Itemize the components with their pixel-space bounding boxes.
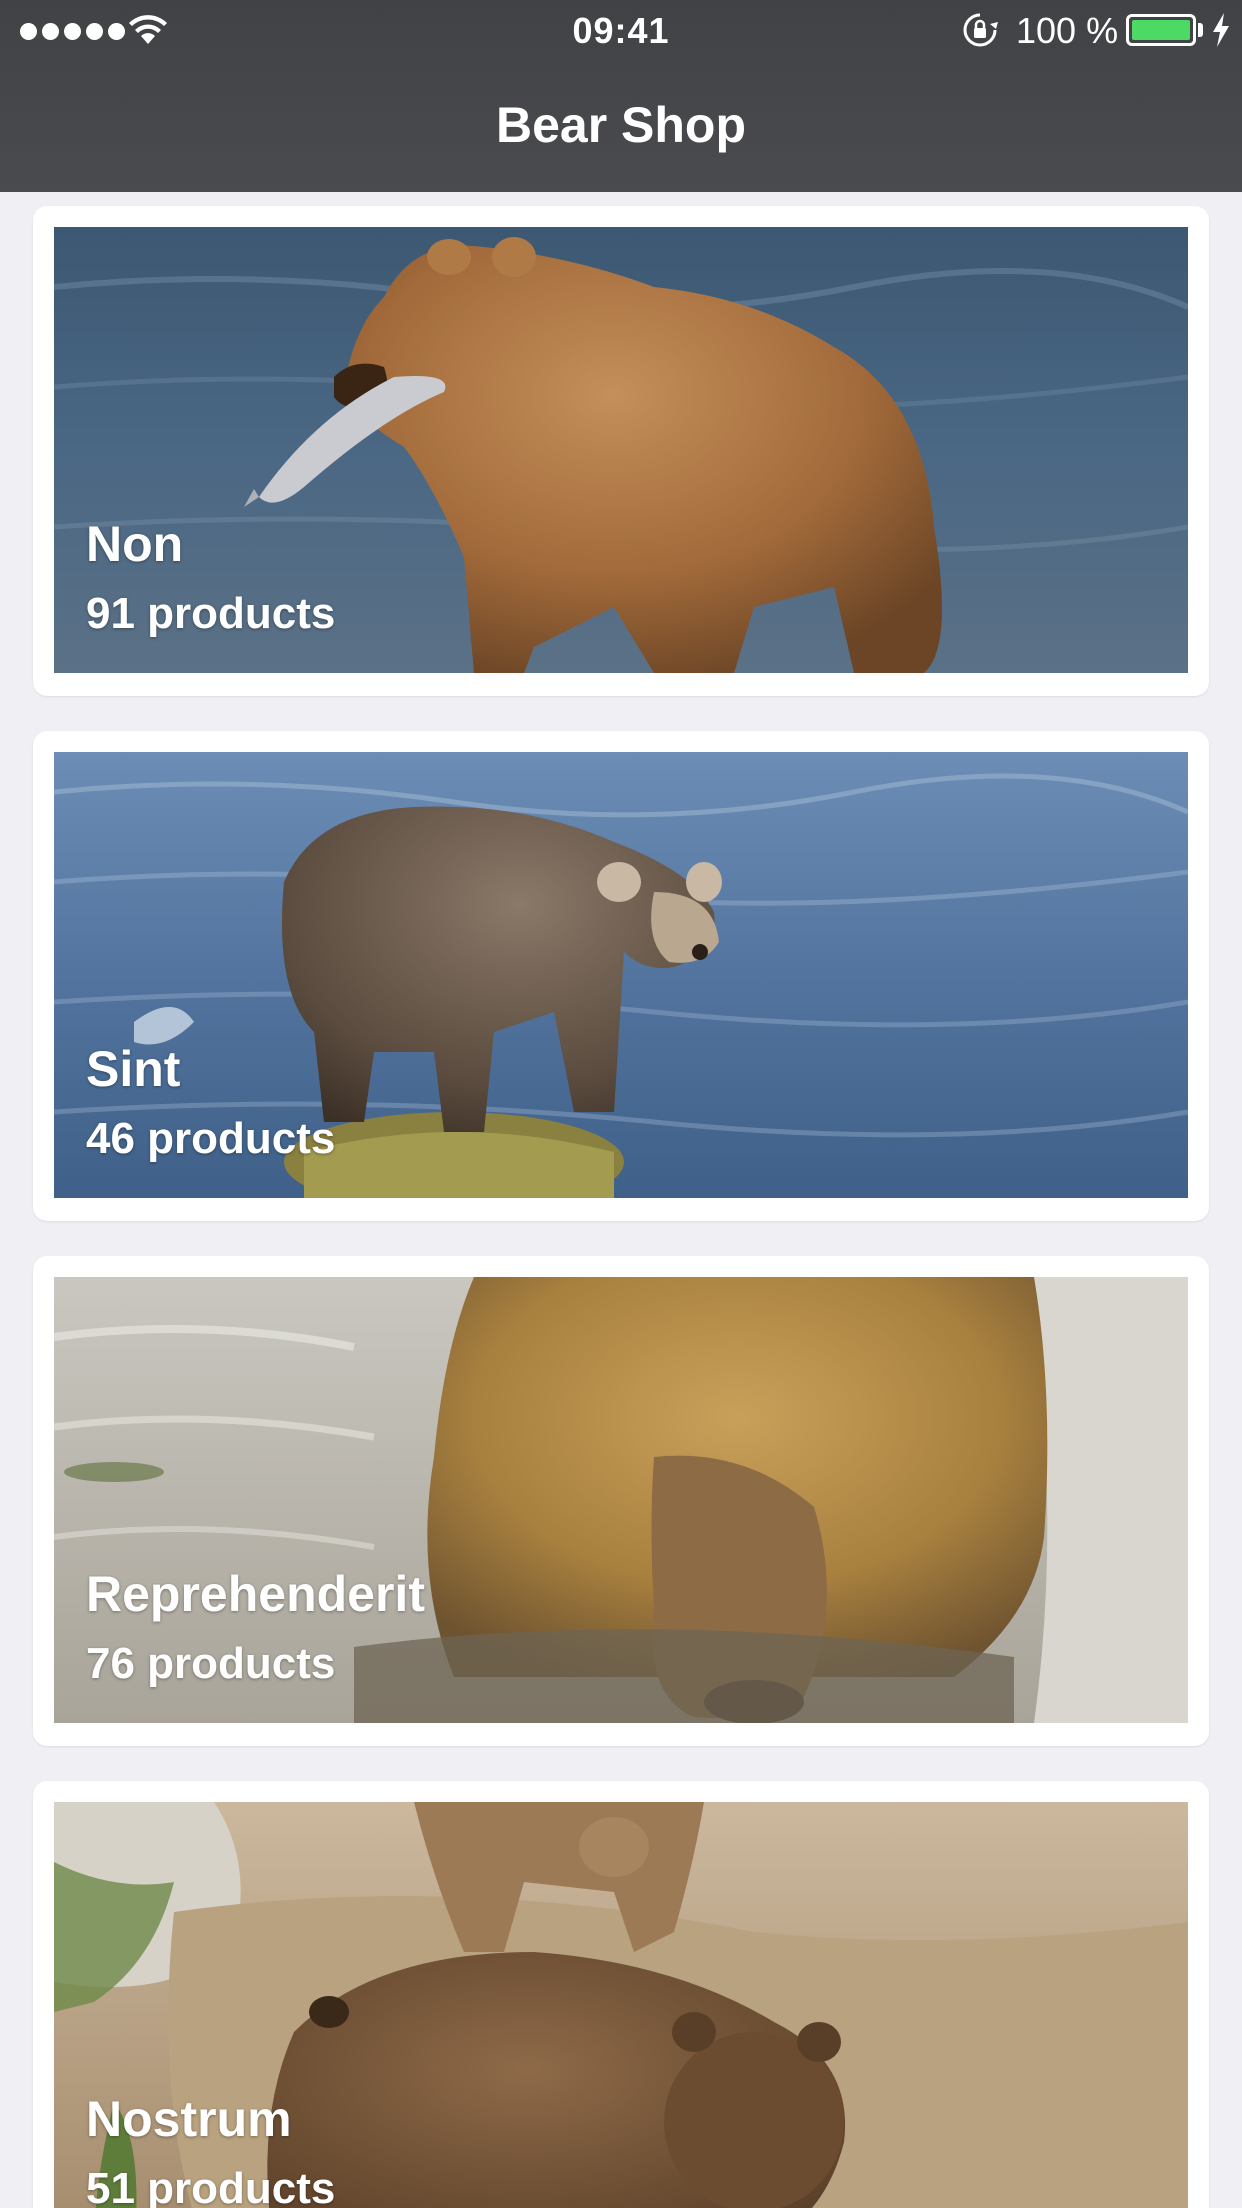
category-name: Reprehenderit bbox=[86, 1566, 425, 1622]
category-list[interactable]: Non 91 products Sint 46 products Reprehe… bbox=[0, 192, 1242, 2208]
battery-icon bbox=[1126, 14, 1196, 46]
page-title: Bear Shop bbox=[495, 97, 747, 153]
product-count: 51 products bbox=[86, 2164, 336, 2208]
charging-bolt-icon bbox=[1213, 13, 1229, 47]
category-name: Non bbox=[86, 516, 184, 572]
rotation-lock-icon bbox=[963, 13, 998, 47]
category-card-reprehenderit[interactable]: Reprehenderit 76 products bbox=[33, 1256, 1209, 1746]
navigation-bar: 09:41 100 % Bear Shop bbox=[0, 0, 1242, 192]
category-image: Non 91 products bbox=[54, 227, 1188, 673]
category-name: Nostrum bbox=[86, 2091, 292, 2147]
category-card-nostrum[interactable]: Nostrum 51 products bbox=[33, 1781, 1209, 2208]
product-count: 91 products bbox=[86, 589, 336, 638]
status-bar: 09:41 100 % bbox=[0, 0, 1242, 62]
category-card-non[interactable]: Non 91 products bbox=[33, 206, 1209, 696]
category-card-sint[interactable]: Sint 46 products bbox=[33, 731, 1209, 1221]
category-image: Reprehenderit 76 products bbox=[54, 1277, 1188, 1723]
battery-percentage: 100 % bbox=[1016, 10, 1119, 51]
category-image: Nostrum 51 products bbox=[54, 1802, 1188, 2208]
category-name: Sint bbox=[86, 1041, 181, 1097]
category-image: Sint 46 products bbox=[54, 752, 1188, 1198]
product-count: 46 products bbox=[86, 1114, 336, 1163]
battery-cap bbox=[1198, 23, 1203, 37]
product-count: 76 products bbox=[86, 1639, 336, 1688]
